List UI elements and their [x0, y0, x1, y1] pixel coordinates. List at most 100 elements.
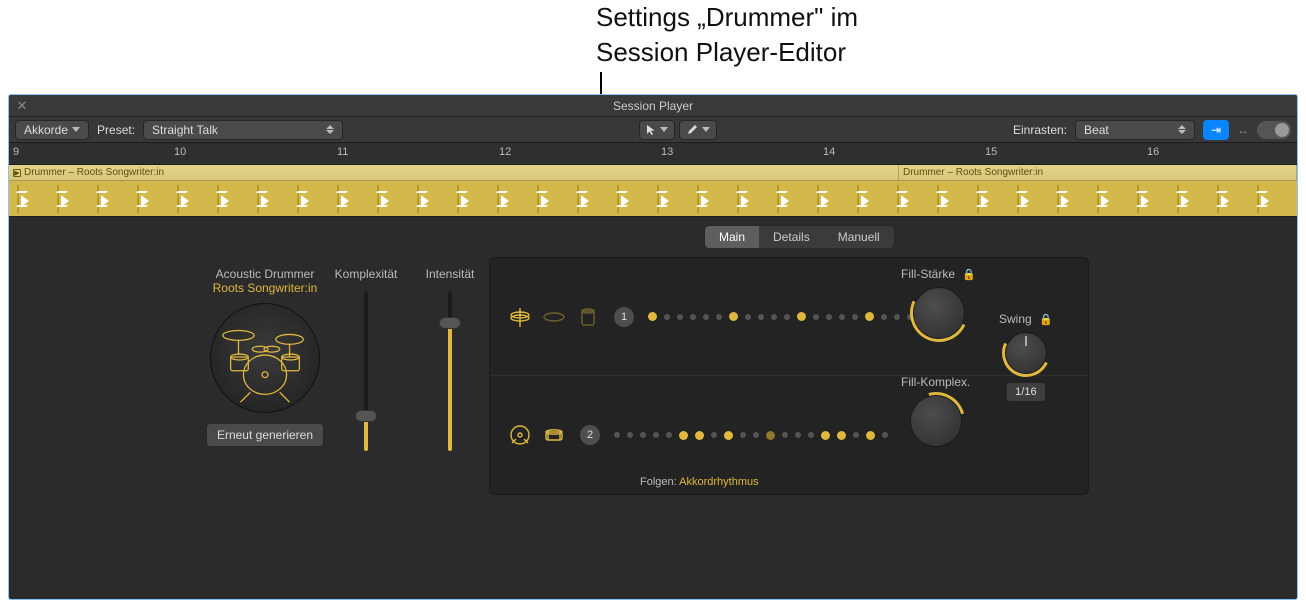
step-dot[interactable] [826, 314, 832, 320]
steps-row[interactable] [648, 312, 913, 321]
steps-row[interactable] [614, 431, 888, 440]
step-dot[interactable] [839, 314, 845, 320]
step-dot[interactable] [894, 314, 900, 320]
fill-complex-knob[interactable] [910, 395, 962, 447]
stepper-icon [1178, 125, 1186, 134]
pattern-variation-badge[interactable]: 2 [580, 425, 600, 445]
close-icon[interactable]: ✕ [15, 99, 29, 113]
step-dot[interactable] [784, 314, 790, 320]
complexity-slider[interactable]: Komplexität [331, 267, 401, 451]
step-dot[interactable] [837, 431, 846, 440]
step-dot[interactable] [711, 432, 717, 438]
step-dot[interactable] [724, 431, 733, 440]
preset-select[interactable]: Straight Talk [143, 120, 343, 140]
step-dot[interactable] [690, 314, 696, 320]
step-dot[interactable] [745, 314, 751, 320]
swing-value-button[interactable]: 1/16 [1006, 382, 1045, 402]
pencil-tool-button[interactable] [679, 120, 717, 140]
drummer-style[interactable]: Roots Songwriter:in [205, 281, 325, 295]
tom-icon[interactable] [576, 305, 600, 329]
chevron-down-icon [72, 127, 80, 132]
drummer-category: Acoustic Drummer [205, 267, 325, 281]
pointer-tool-button[interactable] [639, 120, 675, 140]
snap-label: Einrasten: [1013, 123, 1067, 137]
hihat-icon[interactable] [508, 305, 532, 329]
intensity-slider[interactable]: Intensität [415, 267, 485, 451]
catch-icon: ⇥ [1211, 123, 1221, 137]
step-dot[interactable] [821, 431, 830, 440]
slider-thumb[interactable] [355, 410, 377, 422]
tab-manual[interactable]: Manuell [824, 226, 894, 248]
link-icon[interactable]: ↔ [1237, 123, 1249, 137]
chords-button[interactable]: Akkorde [15, 120, 89, 140]
step-dot[interactable] [740, 432, 746, 438]
step-dot[interactable] [716, 314, 722, 320]
step-dot[interactable] [679, 431, 688, 440]
region-header[interactable]: ▶ Drummer – Roots Songwriter:in Drummer … [9, 165, 1297, 181]
step-dot[interactable] [640, 432, 646, 438]
editor-body: Main Details Manuell Acoustic Drummer Ro… [9, 217, 1297, 599]
step-dot[interactable] [753, 432, 759, 438]
ruler-tick: 14 [823, 146, 835, 158]
step-dot[interactable] [853, 432, 859, 438]
fill-complex-label: Fill-Komplex. [901, 375, 970, 389]
step-dot[interactable] [797, 312, 806, 321]
swing-block: Swing 🔒 1/16 [999, 312, 1053, 402]
snap-select[interactable]: Beat [1075, 120, 1195, 140]
step-dot[interactable] [808, 432, 814, 438]
intensity-label: Intensität [426, 267, 475, 281]
snare-icon[interactable] [542, 423, 566, 447]
intensity-track[interactable] [448, 291, 452, 451]
ruler-tick: 9 [13, 146, 19, 158]
kick-icon[interactable] [508, 423, 532, 447]
lock-icon[interactable]: 🔒 [962, 268, 976, 281]
step-dot[interactable] [695, 431, 704, 440]
step-dot[interactable] [852, 314, 858, 320]
follow-label: Folgen: [640, 476, 677, 488]
pattern-variation-badge[interactable]: 1 [614, 307, 634, 327]
timeline-ruler[interactable]: 9 10 11 12 13 14 15 16 [9, 143, 1297, 165]
step-dot[interactable] [771, 314, 777, 320]
step-dot[interactable] [758, 314, 764, 320]
step-dot[interactable] [729, 312, 738, 321]
step-dot[interactable] [795, 432, 801, 438]
step-dot[interactable] [677, 314, 683, 320]
link-toggle[interactable] [1257, 121, 1291, 139]
swing-value: 1/16 [1015, 386, 1036, 398]
badge-value: 1 [621, 311, 627, 323]
ruler-tick: 15 [985, 146, 997, 158]
step-dot[interactable] [627, 432, 633, 438]
drumkit-image[interactable] [210, 303, 320, 413]
step-dot[interactable] [703, 314, 709, 320]
tab-manual-label: Manuell [838, 230, 880, 244]
region-waveform[interactable]: // drawn after data load below [9, 181, 1297, 217]
step-dot[interactable] [865, 312, 874, 321]
tab-details[interactable]: Details [759, 226, 824, 248]
complexity-track[interactable] [364, 291, 368, 451]
step-dot[interactable] [866, 431, 875, 440]
fill-amount-knob[interactable] [913, 287, 965, 339]
step-dot[interactable] [648, 312, 657, 321]
step-dot[interactable] [813, 314, 819, 320]
ride-icon[interactable] [542, 305, 566, 329]
lock-icon[interactable]: 🔒 [1039, 313, 1053, 326]
regenerate-button[interactable]: Erneut generieren [206, 423, 324, 447]
chevron-down-icon [660, 127, 668, 132]
slider-thumb[interactable] [439, 317, 461, 329]
step-dot[interactable] [653, 432, 659, 438]
catch-playhead-button[interactable]: ⇥ [1203, 120, 1229, 140]
fill-amount-label: Fill-Stärke [901, 267, 955, 281]
snap-value: Beat [1084, 123, 1109, 137]
step-dot[interactable] [881, 314, 887, 320]
step-dot[interactable] [614, 432, 620, 438]
swing-knob[interactable] [1005, 332, 1047, 374]
step-dot[interactable] [766, 431, 775, 440]
step-dot[interactable] [666, 432, 672, 438]
tab-main[interactable]: Main [705, 226, 759, 248]
step-dot[interactable] [882, 432, 888, 438]
follow-label-row[interactable]: Folgen: Akkordrhythmus [640, 476, 759, 488]
region-play-icon[interactable]: ▶ [13, 169, 21, 177]
preset-label: Preset: [97, 123, 135, 137]
step-dot[interactable] [782, 432, 788, 438]
step-dot[interactable] [664, 314, 670, 320]
